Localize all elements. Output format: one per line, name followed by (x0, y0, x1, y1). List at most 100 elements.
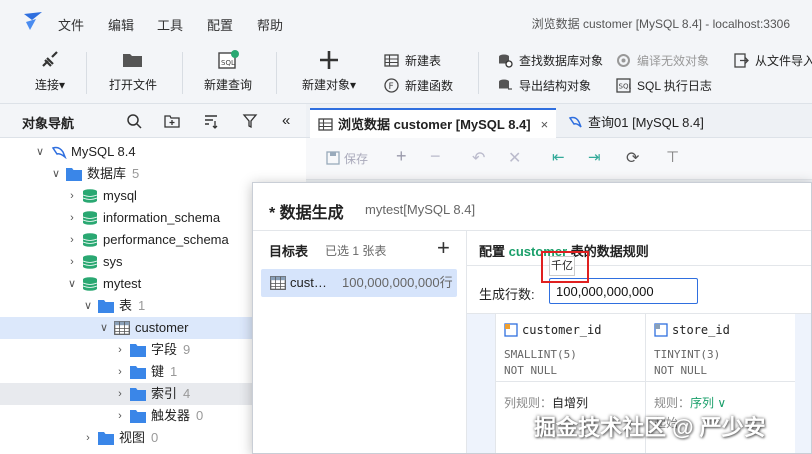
collapse-panel-icon[interactable]: « (282, 113, 298, 129)
new-table-button[interactable]: 新建表 (384, 52, 441, 69)
dropdown-caret-icon: ▾ (58, 78, 66, 92)
database-icon (82, 211, 98, 225)
toolbar-divider (182, 52, 183, 94)
import-file-label: 从文件导入 (755, 54, 812, 68)
column-name: store_id (654, 323, 730, 337)
chevron-right-icon[interactable]: › (82, 427, 94, 449)
find-object-button[interactable]: 查找数据库对象 (498, 52, 603, 69)
new-object-button[interactable]: 新建对象▾ (296, 50, 362, 93)
chevron-down-icon[interactable]: ∨ (34, 141, 46, 163)
menu-help[interactable]: 帮助 (257, 15, 283, 34)
table-icon (270, 276, 286, 290)
new-query-icon: SQL (218, 50, 239, 69)
toolbar-divider (478, 52, 479, 94)
import-icon (734, 53, 749, 68)
connect-button[interactable]: 连接▾ (28, 50, 72, 93)
menu-edit[interactable]: 编辑 (108, 15, 134, 34)
target-table-name: cust… (290, 275, 327, 290)
dialog-title: * 数据生成 (269, 205, 344, 222)
new-query-button[interactable]: SQL 新建查询 (198, 50, 258, 93)
chevron-right-icon[interactable]: › (66, 185, 78, 207)
chevron-right-icon[interactable]: › (66, 251, 78, 273)
folder-icon (98, 432, 114, 445)
tab-query01[interactable]: 查询01 [MySQL 8.4] (560, 108, 710, 138)
chevron-right-icon[interactable]: › (114, 383, 126, 405)
tree-label: MySQL 8.4 (71, 144, 136, 159)
add-row-icon[interactable]: + (396, 146, 407, 167)
main-toolbar: 连接▾ 打开文件 SQL 新建查询 新建对象▾ 新建表 F 新建函数 查找数据库对… (0, 44, 812, 104)
open-file-label: 打开文件 (108, 78, 157, 92)
save-button[interactable]: 保存 (326, 150, 368, 167)
chevron-right-icon[interactable]: › (114, 361, 126, 383)
menu-tools[interactable]: 工具 (157, 15, 183, 34)
tree-label: 字段 9 (151, 342, 191, 357)
delete-row-icon[interactable]: − (430, 146, 441, 167)
tree-label: mysql (103, 188, 137, 203)
folder-icon (98, 300, 114, 313)
chevron-right-icon[interactable]: › (114, 405, 126, 427)
divider (467, 265, 811, 266)
filter-icon[interactable]: ⊤ (666, 148, 679, 166)
sql-log-label: SQL 执行日志 (637, 79, 712, 93)
tab-browse-customer[interactable]: 浏览数据 customer [MySQL 8.4] × (310, 108, 556, 138)
cancel-icon[interactable]: ✕ (508, 148, 521, 168)
menu-file[interactable]: 文件 (58, 15, 84, 34)
title-bar: 文件 编辑 工具 配置 帮助 浏览数据 customer [MySQL 8.4]… (0, 0, 812, 44)
export-structure-button[interactable]: 导出结构对象 (498, 77, 591, 94)
tree-label: information_schema (103, 210, 221, 225)
undo-icon[interactable]: ↶ (472, 148, 485, 168)
refresh-icon[interactable]: ⟳ (626, 148, 639, 168)
import-file-button[interactable]: 从文件导入 (734, 52, 812, 69)
filter-icon[interactable] (242, 113, 258, 129)
column-nullable: NOT NULL (504, 364, 557, 377)
navigator-header: 对象导航 « (0, 104, 306, 138)
tree-label: 触发器 0 (151, 408, 204, 423)
toolbar-divider (276, 52, 277, 94)
chevron-right-icon[interactable]: › (66, 207, 78, 229)
table-icon (114, 321, 130, 335)
svg-text:SQL: SQL (221, 59, 235, 67)
chevron-down-icon[interactable]: ∨ (50, 163, 62, 185)
chevron-right-icon[interactable]: › (114, 339, 126, 361)
folder-icon (130, 366, 146, 379)
find-object-label: 查找数据库对象 (519, 54, 604, 68)
menu-config[interactable]: 配置 (207, 15, 233, 34)
tree-node-connection[interactable]: ∨ MySQL 8.4 (0, 141, 306, 163)
new-function-button[interactable]: F 新建函数 (384, 77, 453, 94)
chevron-down-icon[interactable]: ∨ (98, 317, 110, 339)
column-nullable: NOT NULL (654, 364, 707, 377)
chevron-right-icon[interactable]: › (66, 229, 78, 251)
database-export-icon (499, 79, 512, 90)
column-type: SMALLINT(5) (504, 348, 577, 361)
open-file-button[interactable]: 打开文件 (102, 50, 164, 93)
tree-label: 表1 (119, 298, 146, 313)
close-icon[interactable]: × (541, 110, 549, 140)
column-header: store_id TINYINT(3) NOT NULL (646, 314, 795, 382)
column-rule: 列规则：自增列 (504, 396, 589, 410)
import-data-icon[interactable]: ⇤ (552, 148, 565, 166)
target-table-rows: 100,000,000,000行 (342, 275, 453, 290)
column-rule[interactable]: 规则：序列 ∨ (654, 394, 726, 411)
chevron-down-icon[interactable]: ∨ (66, 273, 78, 295)
target-table-item[interactable]: cust… 100,000,000,000行 (261, 269, 457, 297)
sql-log-button[interactable]: SQL SQL 执行日志 (616, 77, 712, 94)
navigator-title: 对象导航 (22, 116, 75, 131)
app-logo-icon (24, 12, 42, 30)
export-data-icon[interactable]: ⇥ (588, 148, 601, 166)
add-table-button[interactable]: + (437, 235, 450, 261)
new-folder-icon[interactable] (164, 113, 180, 129)
new-function-label: 新建函数 (405, 79, 454, 93)
search-icon[interactable] (126, 113, 142, 129)
new-table-label: 新建表 (405, 54, 442, 68)
field-icon (504, 323, 518, 337)
connect-label: 连接 (34, 78, 59, 92)
sort-icon[interactable] (203, 113, 219, 129)
save-icon (326, 151, 340, 165)
chevron-down-icon[interactable]: ∨ (82, 295, 94, 317)
watermark-text: 掘金技术社区 @ 严少安 (534, 415, 766, 440)
window-title: 浏览数据 customer [MySQL 8.4] - localhost:33… (531, 17, 790, 31)
target-tables-count: 已选 1 张表 (325, 244, 387, 258)
compile-invalid-button[interactable]: 编译无效对象 (616, 52, 709, 69)
new-object-label: 新建对象 (301, 78, 350, 92)
folder-open-icon (123, 54, 142, 67)
